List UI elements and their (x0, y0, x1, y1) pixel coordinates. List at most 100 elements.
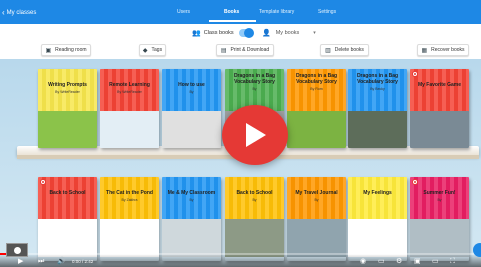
book-title: Me & My Classroom (167, 190, 216, 196)
person-icon: 👤 (262, 30, 271, 37)
tag-icon: ◆ (142, 47, 148, 54)
my-books-select[interactable]: 👤 My books ▾ (262, 29, 316, 37)
back-to-classes-link[interactable]: ‹ My classes (2, 7, 36, 18)
book-card[interactable]: How to use By (162, 69, 221, 148)
class-books-toggle[interactable] (239, 28, 254, 38)
book-cover: How to use By (162, 69, 221, 111)
book-cover: The Cat in the Pond By Zakhra (100, 177, 159, 219)
settings-icon[interactable]: ⚙ (396, 258, 402, 265)
video-preview-thumbnail (6, 243, 28, 257)
book-card[interactable]: Remote Learning By WriteReader (100, 69, 159, 148)
recover-books-button[interactable]: ▦ Recover books (417, 44, 469, 56)
print-icon: ▤ (220, 47, 227, 54)
recover-icon: ▦ (421, 47, 428, 54)
book-card[interactable]: Writing Prompts By WriteReader (38, 69, 97, 148)
recording-badge-icon (40, 179, 46, 185)
book-author: By (437, 198, 442, 202)
recover-books-label: Recover books (431, 47, 465, 53)
print-download-label: Print & Download (230, 47, 270, 53)
preview-dot (14, 247, 21, 254)
book-author: By (189, 90, 194, 94)
class-books-filter[interactable]: 👥 Class books (192, 29, 234, 37)
toggle-knob (244, 28, 254, 38)
book-cover: Back to School By (225, 177, 284, 219)
book-cover: Dragons in a Bag Vocabulary Story By Rom (287, 69, 346, 111)
book-author: By (314, 198, 319, 202)
book-title: My Feelings (363, 190, 392, 196)
book-author: By Becky (370, 87, 385, 91)
book-illustration (287, 111, 346, 148)
chevron-down-icon: ▾ (313, 30, 316, 36)
book-author: By WriteReader (117, 90, 142, 94)
book-cover: Summer Fun! By (410, 177, 469, 219)
chevron-left-icon: ‹ (2, 7, 5, 17)
book-illustration (348, 219, 407, 257)
print-download-button[interactable]: ▤ Print & Download (216, 44, 274, 56)
book-card[interactable]: My Feelings (348, 177, 407, 261)
book-card[interactable]: Summer Fun! By (410, 177, 469, 261)
book-illustration (348, 111, 407, 148)
fullscreen-icon[interactable]: ⛶ (450, 258, 455, 265)
book-card[interactable]: My Favorite Game (410, 69, 469, 148)
book-author: By Rom (310, 87, 323, 91)
tab-settings[interactable]: Settings (318, 9, 336, 15)
book-card[interactable]: The Cat in the Pond By Zakhra (100, 177, 159, 261)
volume-icon[interactable]: 🔊 (57, 258, 66, 265)
book-card[interactable]: Back to School (38, 177, 97, 261)
book-illustration (410, 219, 469, 257)
recording-badge-icon (412, 179, 418, 185)
book-title: Dragons in a Bag Vocabulary Story (356, 73, 399, 85)
captions-icon[interactable]: ▭ (378, 258, 385, 265)
book-illustration (410, 111, 469, 148)
book-title: Remote Learning (109, 82, 150, 88)
miniplayer-icon[interactable]: ▣ (414, 258, 421, 265)
tags-label: Tags (151, 47, 163, 53)
book-card[interactable]: Dragons in a Bag Vocabulary Story By Rom (287, 69, 346, 148)
recording-badge-icon (412, 71, 418, 77)
book-cover: My Travel Journal By (287, 177, 346, 219)
book-card[interactable]: My Travel Journal By (287, 177, 346, 261)
book-title: The Cat in the Pond (106, 190, 153, 196)
action-toolbar: ▣ Reading room ◆ Tags ▤ Print & Download… (0, 42, 481, 59)
group-icon: 👥 (192, 30, 201, 37)
video-progress-bar[interactable] (0, 253, 481, 255)
back-link-label: My classes (6, 9, 37, 16)
play-small-icon[interactable]: ▶ (18, 258, 23, 265)
book-cover: My Favorite Game (410, 69, 469, 111)
book-cover: Writing Prompts By WriteReader (38, 69, 97, 111)
trash-icon: ▥ (325, 47, 331, 54)
tags-button[interactable]: ◆ Tags (139, 44, 166, 56)
book-author: By (189, 198, 194, 202)
play-icon (246, 123, 266, 147)
book-card[interactable]: Me & My Classroom By (162, 177, 221, 261)
reading-room-label: Reading room (55, 47, 87, 53)
book-illustration (38, 219, 97, 257)
book-cover: Remote Learning By WriteReader (100, 69, 159, 111)
book-title: My Travel Journal (295, 190, 338, 196)
book-title: Writing Prompts (48, 82, 87, 88)
book-illustration (225, 219, 284, 257)
book-card[interactable]: Back to School By (225, 177, 284, 261)
book-title: Back to School (49, 190, 86, 196)
app-frame: ‹ My classes Users Books Template librar… (0, 0, 481, 267)
tab-template-library[interactable]: Template library (259, 9, 294, 15)
floating-action-button[interactable] (473, 243, 481, 257)
book-cover: Me & My Classroom By (162, 177, 221, 219)
book-cover: My Feelings (348, 177, 407, 219)
autoplay-icon[interactable]: ◉ (360, 258, 366, 265)
tab-users[interactable]: Users (177, 9, 190, 15)
next-icon[interactable]: ⏭ (38, 258, 44, 265)
theater-mode-icon[interactable]: ▭ (432, 258, 439, 265)
book-author: By (252, 87, 257, 91)
book-cover: Dragons in a Bag Vocabulary Story By Bec… (348, 69, 407, 111)
book-title: How to use (178, 82, 205, 88)
book-illustration (100, 219, 159, 257)
book-illustration (287, 219, 346, 257)
reading-room-button[interactable]: ▣ Reading room (41, 44, 91, 56)
tab-books[interactable]: Books (224, 9, 239, 15)
book-illustration (100, 111, 159, 148)
delete-books-button[interactable]: ▥ Delete books (320, 44, 369, 56)
book-card[interactable]: Dragons in a Bag Vocabulary Story By Bec… (348, 69, 407, 148)
book-title: My Favorite Game (417, 82, 462, 88)
video-play-button[interactable] (222, 105, 288, 165)
